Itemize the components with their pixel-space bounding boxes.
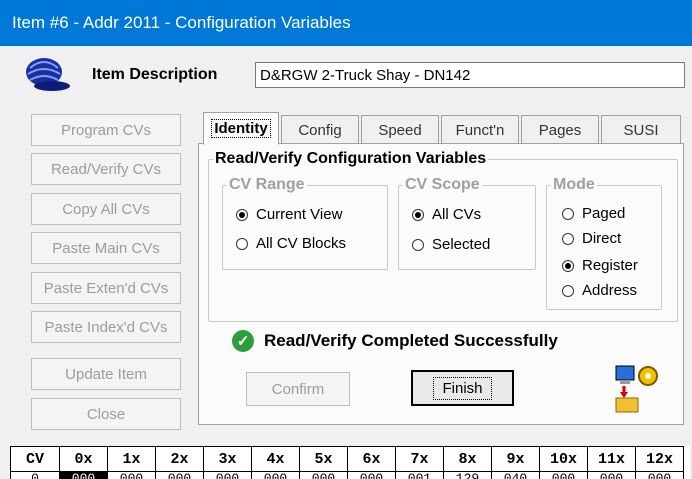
confirm-button[interactable]: Confirm bbox=[246, 372, 350, 406]
header-12x[interactable]: 12x bbox=[636, 446, 684, 472]
tab-pages[interactable]: Pages bbox=[521, 115, 599, 144]
selected-label: Selected bbox=[432, 236, 491, 253]
table-cell[interactable]: 000 bbox=[636, 472, 684, 479]
header-7x[interactable]: 7x bbox=[396, 446, 444, 472]
header-3x[interactable]: 3x bbox=[204, 446, 252, 472]
table-cell[interactable]: 001 bbox=[396, 472, 444, 479]
tab-config[interactable]: Config bbox=[281, 115, 359, 144]
radio-selected-icon bbox=[236, 208, 248, 221]
program-cvs-button[interactable]: Program CVs bbox=[31, 114, 181, 146]
tab-speed[interactable]: Speed bbox=[361, 115, 439, 144]
item-description-input[interactable] bbox=[255, 62, 685, 88]
header-2x[interactable]: 2x bbox=[156, 446, 204, 472]
paste-main-cvs-button[interactable]: Paste Main CVs bbox=[31, 232, 181, 264]
status-message: ✓ Read/Verify Completed Successfully bbox=[232, 330, 558, 352]
radio-unselected-icon bbox=[562, 232, 574, 245]
table-cell[interactable]: 000 bbox=[540, 472, 588, 479]
cv-range-all-blocks-radio[interactable]: All CV Blocks bbox=[236, 235, 346, 252]
mode-register-radio[interactable]: Register bbox=[562, 257, 638, 274]
table-cell[interactable]: 129 bbox=[444, 472, 492, 479]
wizard-gear-icon bbox=[615, 365, 658, 413]
copy-all-cvs-button[interactable]: Copy All CVs bbox=[31, 193, 181, 225]
radio-selected-icon bbox=[562, 259, 574, 272]
finish-button[interactable]: Finish bbox=[411, 370, 514, 406]
tab-functn[interactable]: Funct'n bbox=[441, 115, 519, 144]
header-0x[interactable]: 0x bbox=[60, 446, 108, 472]
read-verify-title: Read/Verify Configuration Variables bbox=[215, 150, 487, 167]
read-verify-cvs-button[interactable]: Read/Verify CVs bbox=[31, 153, 181, 185]
cv-scope-group: CV Scope bbox=[398, 176, 536, 270]
address-label: Address bbox=[582, 282, 638, 299]
mode-title: Mode bbox=[553, 176, 595, 193]
table-cell[interactable]: 000 bbox=[60, 472, 108, 479]
header-1x[interactable]: 1x bbox=[108, 446, 156, 472]
locomotive-cap-icon bbox=[26, 58, 70, 91]
table-cell[interactable]: 000 bbox=[348, 472, 396, 479]
header-11x[interactable]: 11x bbox=[588, 446, 636, 472]
table-cell[interactable]: 000 bbox=[156, 472, 204, 479]
radio-unselected-icon bbox=[412, 238, 424, 251]
update-item-button[interactable]: Update Item bbox=[31, 358, 181, 390]
cv-table-header: CV 0x 1x 2x 3x 4x 5x 6x 7x 8x 9x 10x 11x… bbox=[10, 446, 690, 472]
close-button[interactable]: Close bbox=[31, 398, 181, 430]
cv-scope-selected-radio[interactable]: Selected bbox=[412, 236, 490, 253]
item-description-label: Item Description bbox=[92, 66, 218, 83]
current-view-label: Current View bbox=[256, 206, 343, 223]
header-9x[interactable]: 9x bbox=[492, 446, 540, 472]
finish-button-label: Finish bbox=[433, 376, 492, 400]
mode-direct-radio[interactable]: Direct bbox=[562, 230, 621, 247]
table-row: 0 000 000 000 000 000 000 000 001 129 04… bbox=[10, 472, 690, 479]
paged-label: Paged bbox=[582, 205, 626, 222]
status-text: Read/Verify Completed Successfully bbox=[264, 331, 558, 350]
radio-selected-icon bbox=[412, 208, 424, 221]
header-cv: CV bbox=[10, 446, 60, 472]
cv-range-group: CV Range bbox=[222, 176, 388, 270]
header-6x[interactable]: 6x bbox=[348, 446, 396, 472]
header-4x[interactable]: 4x bbox=[252, 446, 300, 472]
table-cell[interactable]: 040 bbox=[492, 472, 540, 479]
direct-label: Direct bbox=[582, 230, 622, 247]
radio-unselected-icon bbox=[236, 237, 248, 250]
table-cell[interactable]: 000 bbox=[300, 472, 348, 479]
tab-identity[interactable]: Identity bbox=[203, 112, 279, 145]
paste-index-cvs-button[interactable]: Paste Index'd CVs bbox=[31, 311, 181, 343]
paste-extend-cvs-button[interactable]: Paste Exten'd CVs bbox=[31, 272, 181, 304]
window-title: Item #6 - Addr 2011 - Configuration Vari… bbox=[12, 13, 351, 32]
radio-unselected-icon bbox=[562, 207, 574, 220]
table-cell[interactable]: 000 bbox=[252, 472, 300, 479]
header-10x[interactable]: 10x bbox=[540, 446, 588, 472]
window-title-bar: Item #6 - Addr 2011 - Configuration Vari… bbox=[0, 0, 692, 46]
success-check-icon: ✓ bbox=[232, 330, 254, 352]
cv-range-current-view-radio[interactable]: Current View bbox=[236, 206, 342, 223]
mode-paged-radio[interactable]: Paged bbox=[562, 205, 625, 222]
header-5x[interactable]: 5x bbox=[300, 446, 348, 472]
all-cvs-label: All CVs bbox=[432, 206, 482, 223]
cv-scope-all-radio[interactable]: All CVs bbox=[412, 206, 481, 223]
row-label: 0 bbox=[10, 472, 60, 479]
cv-scope-title: CV Scope bbox=[405, 176, 480, 193]
table-cell[interactable]: 000 bbox=[204, 472, 252, 479]
register-label: Register bbox=[582, 257, 638, 274]
header-8x[interactable]: 8x bbox=[444, 446, 492, 472]
all-cv-blocks-label: All CV Blocks bbox=[256, 235, 347, 252]
tab-susi[interactable]: SUSI bbox=[601, 115, 681, 144]
mode-address-radio[interactable]: Address bbox=[562, 282, 637, 299]
tab-identity-label: Identity bbox=[211, 119, 271, 138]
table-cell[interactable]: 000 bbox=[108, 472, 156, 479]
radio-unselected-icon bbox=[562, 284, 574, 297]
table-cell[interactable]: 000 bbox=[588, 472, 636, 479]
cv-range-title: CV Range bbox=[229, 176, 305, 193]
cv-table: CV 0x 1x 2x 3x 4x 5x 6x 7x 8x 9x 10x 11x… bbox=[10, 446, 690, 479]
